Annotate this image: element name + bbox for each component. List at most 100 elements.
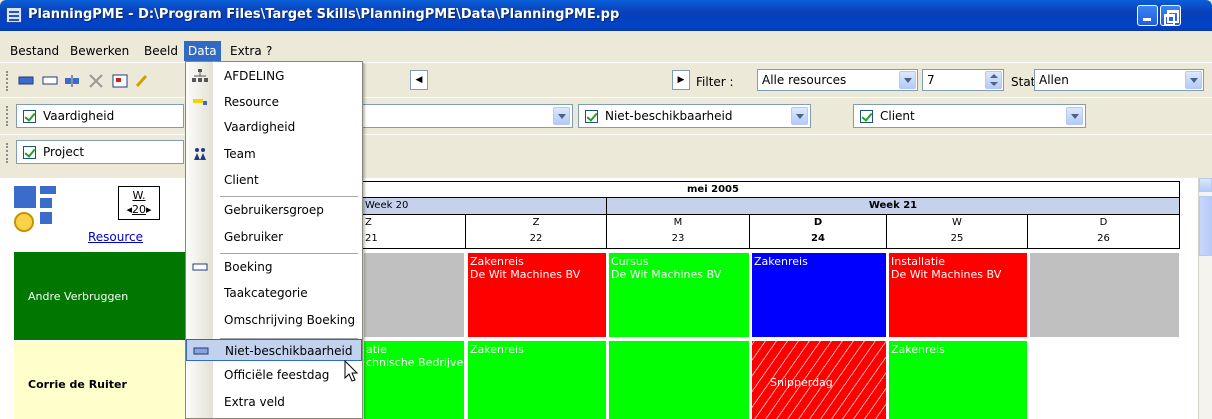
vertical-scrollbar[interactable] xyxy=(1198,178,1212,419)
day-header[interactable]: M 23 xyxy=(607,215,750,249)
menu-item-client[interactable]: Client xyxy=(186,169,362,191)
client-checkbox[interactable] xyxy=(860,110,873,123)
view-block-icon[interactable] xyxy=(42,74,58,88)
toolbar-grip[interactable] xyxy=(6,71,9,91)
day-header[interactable]: D 24 xyxy=(750,215,887,249)
planningpme-logo-icon xyxy=(14,186,74,236)
booking-icon xyxy=(192,260,208,274)
menu-item-vaardigheid[interactable]: Vaardigheid xyxy=(186,116,362,138)
booking-client: chnische Bedrijven xyxy=(366,356,464,369)
menu-item-label: Boeking xyxy=(224,260,273,274)
menu-item-resource[interactable]: Resource xyxy=(186,91,362,113)
booking-client: De Wit Machines BV xyxy=(891,268,1002,281)
previous-day-button[interactable]: ◀ xyxy=(410,70,428,90)
window-icon[interactable] xyxy=(112,74,128,88)
filter-vaardigheid[interactable]: Vaardigheid xyxy=(16,104,184,128)
menu-item-offici-le-feestdag[interactable]: Officiële feestdag xyxy=(186,364,362,386)
booking-cell[interactable]: Zakenreis xyxy=(889,341,1027,419)
booking-title: atie xyxy=(366,343,387,356)
filter-dropdown-button[interactable] xyxy=(899,71,916,89)
resource-name: Andre Verbruggen xyxy=(28,290,129,303)
spin-buttons[interactable] xyxy=(985,71,1002,89)
obscured-dropdown-button[interactable] xyxy=(553,107,570,125)
view-list-icon[interactable] xyxy=(18,74,34,88)
day-number: 26 xyxy=(1097,233,1110,244)
booking-cell[interactable]: Zakenreis xyxy=(752,253,886,337)
tool-icon[interactable] xyxy=(134,74,150,88)
day-header[interactable]: Z 22 xyxy=(466,215,607,249)
menu-extra[interactable]: Extra xyxy=(226,41,266,61)
booking-cell[interactable] xyxy=(1030,253,1179,337)
vaardigheid-checkbox[interactable] xyxy=(23,110,36,123)
menu-item-gebruiker[interactable]: Gebruiker xyxy=(186,226,362,248)
spin-down-icon xyxy=(990,82,998,86)
day-letter: D xyxy=(1099,217,1108,228)
project-checkbox[interactable] xyxy=(23,146,36,159)
next-day-button[interactable]: ▶ xyxy=(672,70,690,90)
data-menu-dropdown: AFDELING Resource Vaardigheid Team Client Geb… xyxy=(185,61,363,419)
split-view-icon[interactable] xyxy=(64,74,80,88)
status-combo[interactable]: Allen xyxy=(1034,69,1204,91)
menu-item-label: Extra veld xyxy=(224,395,285,409)
menu-item-label: Niet-beschikbaarheid xyxy=(225,344,353,358)
day-header[interactable]: W 25 xyxy=(887,215,1028,249)
booking-cell[interactable] xyxy=(609,341,749,419)
filter-obscured[interactable]: ng xyxy=(340,104,573,128)
vaardigheid-label: Vaardigheid xyxy=(43,109,115,123)
menu-bewerken[interactable]: Bewerken xyxy=(66,41,133,61)
minimize-button[interactable] xyxy=(1137,5,1158,26)
filter-value: Alle resources xyxy=(762,73,847,87)
booking-cell[interactable]: Zakenreis xyxy=(468,341,606,419)
booking-cell[interactable]: Cursus De Wit Machines BV xyxy=(609,253,749,337)
status-dropdown-button[interactable] xyxy=(1185,71,1202,89)
week-next-icon[interactable]: ▸ xyxy=(146,203,152,216)
day-letter: D xyxy=(813,217,823,228)
menu-item-team[interactable]: Team xyxy=(186,143,362,165)
scroll-up-button[interactable] xyxy=(1199,178,1212,192)
day-number: 23 xyxy=(671,233,685,244)
menu-data[interactable]: Data xyxy=(184,41,221,61)
planningpme-window: PlanningPME - D:\Program Files\Target Sk… xyxy=(0,0,1212,419)
menu-help[interactable]: ? xyxy=(262,41,276,61)
menu-bestand[interactable]: Bestand xyxy=(6,41,63,61)
project-toolbar-grip[interactable] xyxy=(6,143,9,163)
menu-item-afdeling[interactable]: AFDELING xyxy=(186,65,362,87)
menu-item-taakcategorie[interactable]: Taakcategorie xyxy=(186,282,362,304)
menu-item-label: AFDELING xyxy=(224,69,285,83)
day-header[interactable]: D 26 xyxy=(1028,215,1180,249)
scroll-thumb[interactable] xyxy=(1199,196,1212,256)
menu-item-label: Gebruiker xyxy=(224,230,284,244)
week-selector[interactable]: W. ◂20▸ xyxy=(118,186,160,220)
day-letter: Z xyxy=(365,217,372,228)
menu-item-extra-veld[interactable]: Extra veld xyxy=(186,391,362,413)
booking-title: Zakenreis xyxy=(891,343,945,356)
day-letter: Z xyxy=(532,217,540,228)
count-spinner[interactable]: 7 xyxy=(922,69,1004,91)
filter-toolbar-grip[interactable] xyxy=(6,106,9,126)
booking-client: De Wit Machines BV xyxy=(470,268,581,281)
filter-project[interactable]: Project xyxy=(16,140,184,164)
booking-title: Zakenreis xyxy=(754,255,808,268)
booking-cell[interactable]: Snipperdag xyxy=(752,341,886,419)
delete-icon[interactable] xyxy=(88,74,104,88)
niet-beschikbaarheid-dropdown-button[interactable] xyxy=(791,107,808,125)
window-title: PlanningPME - D:\Program Files\Target Sk… xyxy=(28,7,620,22)
restore-button[interactable] xyxy=(1160,5,1181,26)
menu-item-gebruikersgroep[interactable]: Gebruikersgroep xyxy=(186,199,362,221)
booking-cell[interactable]: atie chnische Bedrijven xyxy=(364,341,464,419)
menu-item-omschrijving-boeking[interactable]: Omschrijving Boeking xyxy=(186,309,362,331)
client-dropdown-button[interactable] xyxy=(1066,107,1083,125)
booking-cell[interactable]: Installatie De Wit Machines BV xyxy=(889,253,1027,337)
filter-combo[interactable]: Alle resources xyxy=(757,69,918,91)
day-number: 25 xyxy=(950,233,964,244)
resource-sort-link[interactable]: Resource xyxy=(88,230,143,244)
filter-niet-beschikbaarheid[interactable]: Niet-beschikbaarheid xyxy=(578,104,811,128)
booking-cell[interactable] xyxy=(364,253,464,337)
booking-cell[interactable]: Zakenreis De Wit Machines BV xyxy=(468,253,606,337)
filter-client[interactable]: Client xyxy=(853,104,1086,128)
menu-item-label: Omschrijving Boeking xyxy=(224,313,356,327)
menu-beeld[interactable]: Beeld xyxy=(140,41,182,61)
menu-item-niet-beschikbaarheid[interactable]: Niet-beschikbaarheid xyxy=(186,339,362,361)
niet-beschikbaarheid-checkbox[interactable] xyxy=(585,110,598,123)
menu-item-boeking[interactable]: Boeking xyxy=(186,256,362,278)
